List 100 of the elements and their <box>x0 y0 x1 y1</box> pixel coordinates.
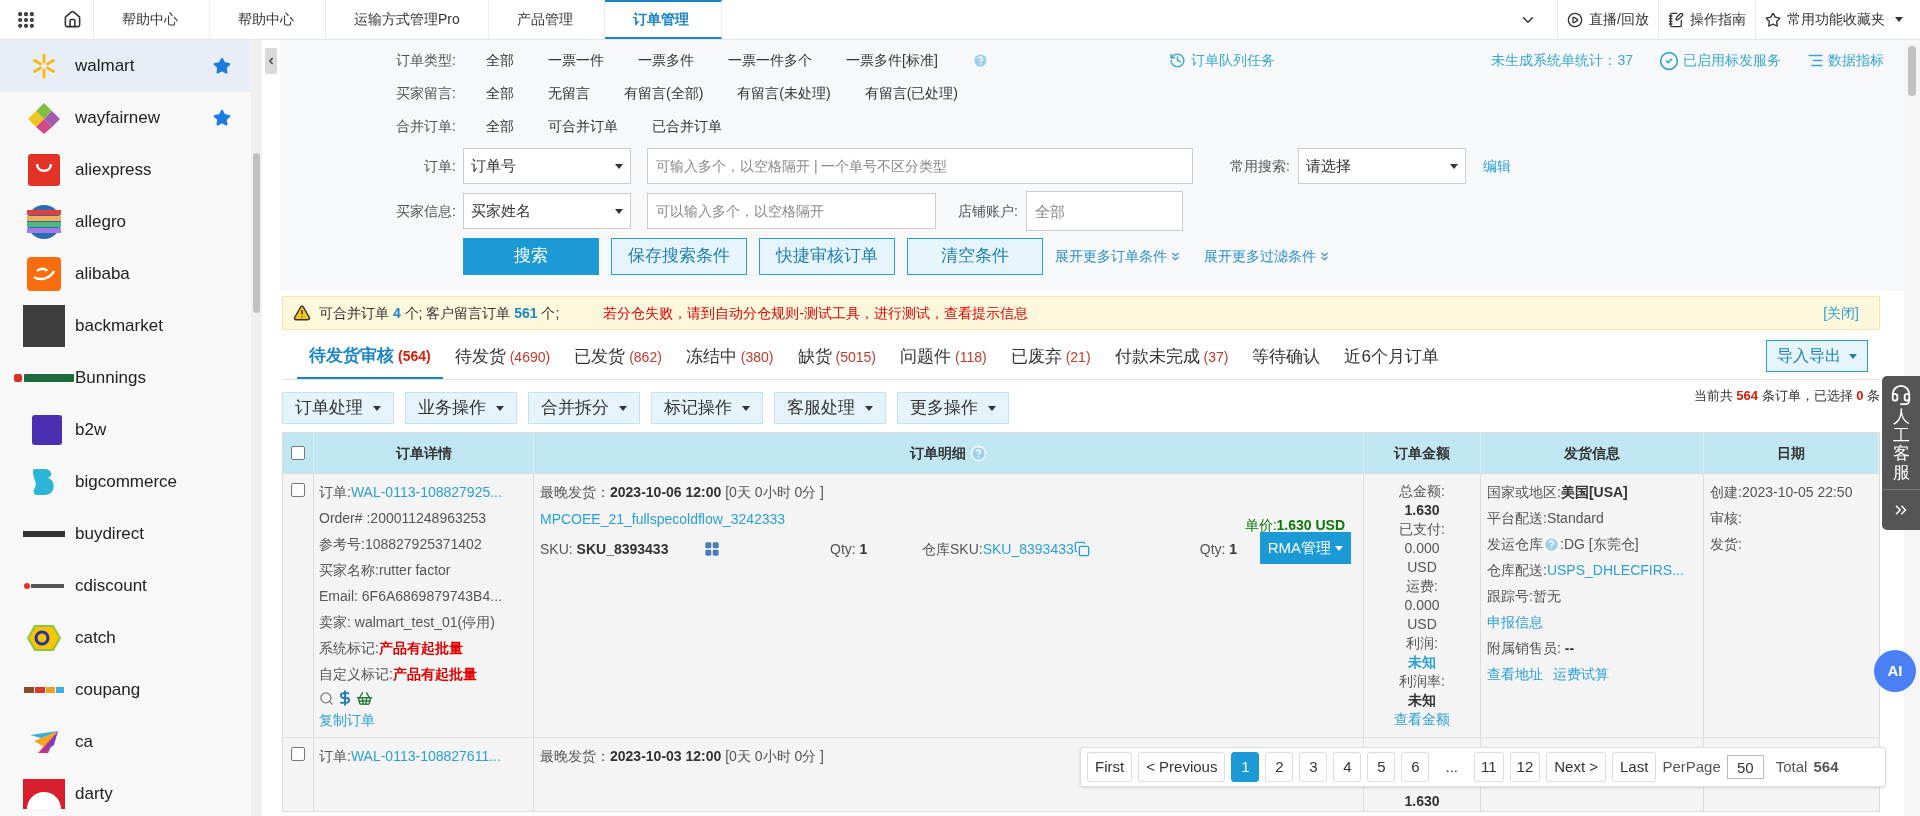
copy-icon[interactable] <box>1073 541 1090 557</box>
expand-link[interactable]: 展开更多过滤条件 <box>1204 245 1331 267</box>
filter-button[interactable]: 保存搜索条件 <box>611 237 747 275</box>
striped-globe-logo-icon <box>26 204 62 240</box>
column-header: 订单详情 <box>395 443 452 463</box>
filter-button[interactable]: 快捷审核订单 <box>759 237 895 275</box>
scrollbar-thumb[interactable] <box>1908 46 1916 96</box>
list-icon <box>1807 52 1824 69</box>
previous-page-button[interactable]: < Previous <box>1138 752 1226 782</box>
filter-option[interactable]: 全部 <box>486 83 514 104</box>
caret-icon <box>1449 163 1458 169</box>
status-tab[interactable]: 缺货 (5015) <box>785 335 888 379</box>
basket-icon[interactable] <box>356 689 373 707</box>
store-item[interactable]: buydirect <box>0 508 251 560</box>
store-item[interactable]: catch <box>0 612 251 664</box>
filter-label: 店铺账户: <box>958 201 1018 221</box>
column-header: 订单金额 <box>1394 443 1450 463</box>
next-page-button[interactable]: Next > <box>1546 752 1607 782</box>
status-tab[interactable]: 近6个月订单 <box>1332 335 1451 379</box>
star-icon[interactable] <box>213 109 231 127</box>
last-page-button[interactable]: Last <box>1612 752 1657 782</box>
status-tab[interactable]: 已废弃 (21) <box>998 335 1103 379</box>
store-item[interactable]: walmart <box>0 40 251 92</box>
buyer-search-field[interactable]: 可以输入多个，以空格隔开 <box>647 193 936 229</box>
action-dropdown[interactable]: 业务操作 <box>405 392 517 424</box>
filter-label: 订单: <box>423 156 456 176</box>
amount-text: 0.000 <box>1404 539 1440 558</box>
filter-option[interactable]: 一票多件[标准] <box>846 50 938 71</box>
store-item[interactable]: alibaba <box>0 248 251 300</box>
store-item[interactable]: bigcommerce <box>0 456 251 508</box>
order-type-select[interactable]: 订单号 <box>463 148 631 184</box>
nav-tab[interactable]: 运输方式管理Pro <box>326 0 489 39</box>
action-dropdown[interactable]: 客服处理 <box>774 392 886 424</box>
filter-option[interactable]: 一票一件 <box>548 50 604 71</box>
checkbox[interactable] <box>291 483 305 497</box>
grid-plus-icon[interactable] <box>704 541 720 557</box>
header-link[interactable]: 常用功能收藏夹 <box>1755 0 1912 39</box>
saved-search-select[interactable]: 请选择 <box>1297 148 1466 184</box>
dollar-icon[interactable] <box>337 690 353 706</box>
store-item[interactable]: cdiscount <box>0 560 251 612</box>
filter-option[interactable]: 可合并订单 <box>548 116 618 137</box>
nav-tab[interactable]: 帮助中心 <box>210 0 326 39</box>
customer-service-button[interactable]: 人工客服 <box>1890 376 1912 489</box>
store-item[interactable]: allegro <box>0 196 251 248</box>
filter-option[interactable]: 一票一件多个 <box>728 50 812 71</box>
status-tab[interactable]: 付款未完成 (37) <box>1102 335 1241 379</box>
action-dropdown[interactable]: 订单处理 <box>282 392 394 424</box>
page-button[interactable]: 2 <box>1265 752 1294 782</box>
filter-option[interactable]: 有留言(全部) <box>624 83 704 104</box>
buyer-field-select[interactable]: 买家姓名 <box>463 193 631 229</box>
page-button[interactable]: 3 <box>1299 752 1328 782</box>
action-dropdown[interactable]: 更多操作 <box>897 392 1009 424</box>
filter-option[interactable]: 全部 <box>486 116 514 137</box>
checkbox[interactable] <box>291 747 305 761</box>
per-page-field[interactable]: 50 <box>1726 755 1764 779</box>
page-button[interactable]: 4 <box>1333 752 1362 782</box>
filter-option[interactable]: 有留言(未处理) <box>737 83 831 104</box>
store-item[interactable]: b2w <box>0 404 251 456</box>
nav-tab[interactable]: 产品管理 <box>488 0 605 39</box>
filter-option[interactable]: 有留言(已处理) <box>864 83 958 104</box>
filter-option[interactable]: 无留言 <box>548 83 590 104</box>
star-icon[interactable] <box>213 57 231 75</box>
status-tab[interactable]: 等待确认 <box>1240 335 1333 379</box>
status-tab[interactable]: 冻结中 (380) <box>673 335 786 379</box>
store-account-field[interactable]: 全部 <box>1025 191 1183 231</box>
page-button[interactable]: 11 <box>1474 752 1504 782</box>
filter-option[interactable]: 一票多件 <box>638 50 694 71</box>
page-button[interactable]: 12 <box>1509 752 1541 782</box>
search-icon[interactable] <box>319 690 334 706</box>
first-page-button[interactable]: First <box>1087 752 1133 782</box>
status-tab[interactable]: 待发货审核 (564) <box>297 335 443 379</box>
expand-link[interactable]: 展开更多订单条件 <box>1055 245 1182 267</box>
store-item[interactable]: coupang <box>0 664 251 716</box>
order-search-field[interactable]: 可输入多个，以空格隔开 | 一个单号不区分类型 <box>647 148 1193 184</box>
filter-option[interactable]: 全部 <box>486 50 514 71</box>
status-tab[interactable]: 问题件 (118) <box>888 335 999 379</box>
action-dropdown[interactable]: 标记操作 <box>651 392 763 424</box>
store-item[interactable]: ca <box>0 716 251 768</box>
filter-option[interactable]: 已合并订单 <box>652 116 722 137</box>
order-detail: 订单:WAL-0113-108827611... <box>319 747 502 766</box>
store-item[interactable]: wayfairnew <box>0 92 251 144</box>
checkbox[interactable] <box>291 446 305 460</box>
store-item[interactable]: backmarket <box>0 300 251 352</box>
store-name: darty <box>75 783 114 806</box>
page-button[interactable]: 5 <box>1367 752 1396 782</box>
sidebar-scrollbar[interactable] <box>251 40 262 816</box>
action-dropdown[interactable]: 合并拆分 <box>528 392 640 424</box>
import-export-button[interactable]: 导入导出 <box>1766 340 1868 372</box>
store-item[interactable]: darty <box>0 768 251 816</box>
header-link[interactable]: 操作指南 <box>1658 0 1755 39</box>
status-tab[interactable]: 已发货 (862) <box>562 335 674 379</box>
status-tab[interactable]: 待发货 (4690) <box>442 335 563 379</box>
store-item[interactable]: aliexpress <box>0 144 251 196</box>
collapse-handle[interactable] <box>265 48 277 74</box>
nav-tab[interactable]: 帮助中心 <box>94 0 210 39</box>
page-button[interactable]: 6 <box>1401 752 1430 782</box>
header-link[interactable]: 直播/回放 <box>1557 0 1658 39</box>
store-name: bigcommerce <box>75 471 179 494</box>
filter-button[interactable]: 清空条件 <box>907 237 1043 275</box>
store-item[interactable]: Bunnings <box>0 352 251 404</box>
